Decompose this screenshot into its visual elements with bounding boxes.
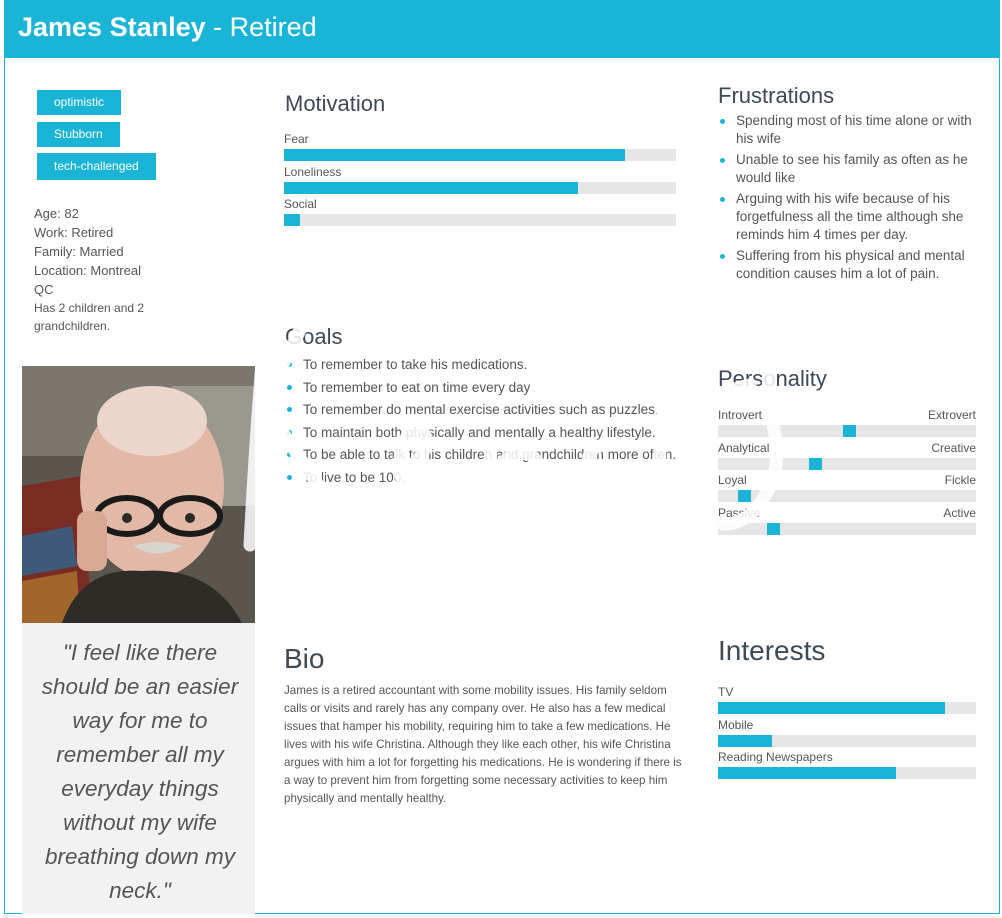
fact-age: Age: 82 xyxy=(34,206,79,221)
fact-work: Work: Retired xyxy=(34,225,114,240)
fact-children-cont: grandchildren. xyxy=(34,319,111,333)
tag-stubborn: Stubborn xyxy=(37,122,120,147)
persona-name: James Stanley xyxy=(18,12,206,42)
motivation-fill-loneliness xyxy=(284,181,578,194)
motivation-track-fear xyxy=(284,149,676,161)
trait-marker-passive xyxy=(767,522,780,535)
frustration-item: Suffering from his physical and mental c… xyxy=(718,247,980,283)
interest-label-mobile: Mobile xyxy=(718,717,754,732)
motivation-track-loneliness xyxy=(284,181,676,194)
frustration-item: Arguing with his wife because of his for… xyxy=(718,190,980,244)
persona-facts: Age: 82 Work: Retired Family: Married Lo… xyxy=(34,204,144,335)
frustration-item: Spending most of his time alone or with … xyxy=(718,112,980,148)
fact-children: Has 2 children and 2 xyxy=(34,301,145,315)
motivation-track-social xyxy=(284,214,676,226)
tag-tech-challenged: tech-challenged xyxy=(37,153,156,180)
goal-item: To remember to eat on time every day xyxy=(285,378,680,398)
interest-fill-reading-newspapers xyxy=(718,767,896,779)
motivation-fill-social xyxy=(284,214,300,226)
motivation-fill-fear xyxy=(284,149,625,161)
trait-track-introvert-extrovert xyxy=(718,425,976,437)
persona-role: - Retired xyxy=(205,12,317,42)
trait-track-passive-active xyxy=(718,522,976,535)
interests-title: Interests xyxy=(718,635,826,666)
goal-item: To remember do mental exercise activitie… xyxy=(285,400,680,420)
goal-item: To live to be 100. xyxy=(285,468,680,488)
motivation-label-loneliness: Loneliness xyxy=(284,164,342,179)
interest-track-mobile xyxy=(718,734,976,747)
persona-photo xyxy=(22,366,255,623)
motivation-title: Motivation xyxy=(285,91,386,116)
trait-label-creative: Creative xyxy=(931,440,976,455)
persona-title: James Stanley - Retired xyxy=(18,12,317,43)
header-bar: James Stanley - Retired xyxy=(4,0,1000,58)
trait-marker-analytical xyxy=(809,457,822,470)
frustrations-list: Spending most of his time alone or with … xyxy=(718,112,980,286)
trait-label-extrovert: Extrovert xyxy=(927,408,976,422)
trait-label-active: Active xyxy=(943,505,976,520)
interest-fill-mobile xyxy=(718,734,772,747)
fact-location: Location: Montreal xyxy=(34,263,141,278)
tag-optimistic: optimistic xyxy=(37,90,122,115)
frustration-item: Unable to see his family as often as he … xyxy=(718,151,980,187)
interest-track-reading-newspapers xyxy=(718,767,976,779)
interest-track-tv xyxy=(718,702,976,714)
trait-marker-loyal xyxy=(738,490,751,502)
trait-label-fickle: Fickle xyxy=(944,473,976,487)
persona-quote: "I feel like there should be an easier w… xyxy=(41,640,239,903)
frustrations-title: Frustrations xyxy=(718,83,835,108)
bio-text: James is a retired accountant with some … xyxy=(284,684,682,805)
goal-item: To maintain both physically and mentally… xyxy=(285,423,680,443)
trait-track-analytical-creative xyxy=(718,457,976,470)
personality-title: Personality xyxy=(718,366,827,391)
interest-label-reading-newspapers: Reading Newspapers xyxy=(718,750,833,764)
goals-title: Goals xyxy=(285,324,343,349)
fact-family: Family: Married xyxy=(34,244,124,259)
goal-item: To remember to take his medications. xyxy=(285,355,680,375)
motivation-label-social: Social xyxy=(284,197,317,211)
goals-list: To remember to take his medications. To r… xyxy=(285,355,680,490)
interest-label-tv: TV xyxy=(718,685,734,699)
fact-location-region: QC xyxy=(34,282,54,297)
goal-item: To be able to talk to his children and g… xyxy=(285,445,680,465)
trait-track-loyal-fickle xyxy=(718,490,976,502)
bio-title: Bio xyxy=(284,643,325,674)
trait-marker-introvert xyxy=(843,425,856,437)
interest-fill-tv xyxy=(718,702,945,714)
motivation-label-fear: Fear xyxy=(284,132,309,146)
